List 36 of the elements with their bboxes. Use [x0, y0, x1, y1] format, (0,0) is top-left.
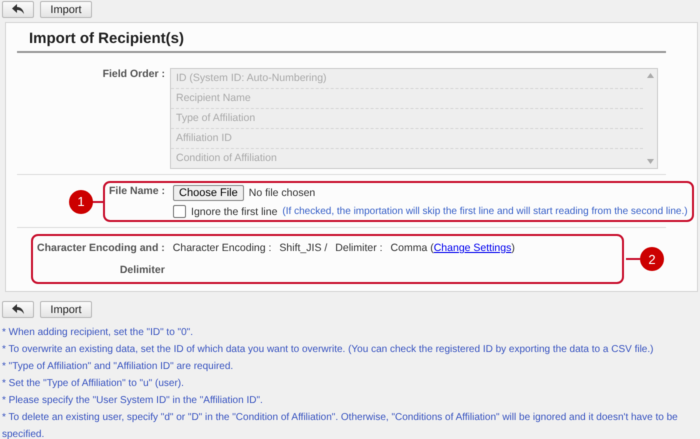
note-text: * When adding recipient, set the "ID" to "0".	[2, 326, 194, 340]
checkbox-label[interactable]: Ignore the first line	[191, 206, 278, 218]
back-button[interactable]	[2, 1, 34, 18]
list-item[interactable]: Affiliation ID	[171, 129, 643, 149]
file-status: No file chosen	[248, 187, 316, 199]
list-item[interactable]: ID (System ID: Auto-Numbering)	[171, 69, 643, 89]
back-button[interactable]	[2, 301, 34, 318]
note-text: * Please specify the "User System ID" in the "Affiliation ID".	[2, 394, 264, 408]
note-text: * To delete an existing user, specify "d" or "D" in the "Condition of Affiliation". Otherwise, "Conditions of Affiliation" will be ignored and it doesn't have to be specified.	[2, 411, 679, 439]
import-button[interactable]: Import	[40, 301, 92, 318]
panel-title: Import of Recipient(s)	[17, 27, 666, 53]
list-item[interactable]: Type of Affiliation	[171, 109, 643, 129]
note-text: * Set the "Type of Affiliation" to "u" (user).	[2, 377, 185, 391]
back-arrow-icon	[12, 4, 24, 15]
field-label: Character Encoding and :	[37, 241, 165, 256]
back-arrow-icon	[12, 304, 24, 315]
field-order-list[interactable]: ID (System ID: Auto-Numbering) Recipient Name Type of Affiliation Affiliation ID Condition of Affiliation	[170, 68, 658, 169]
field-label: Delimiter :	[335, 241, 383, 256]
hint-text: (If checked, the importation will skip the first line and will start reading from the second line.)	[282, 206, 688, 217]
change-settings-link[interactable]: Change Settings	[434, 242, 512, 254]
field-value: Comma (Change Settings)	[390, 241, 515, 256]
field-label: Delimiter	[118, 263, 165, 278]
callout-badge: 1	[69, 190, 93, 214]
choose-file-button[interactable]: Choose File	[173, 185, 244, 201]
callout-badge: 2	[640, 247, 664, 271]
field-label: Character Encoding :	[172, 241, 272, 256]
note-text: * "Type of Affiliation" and "Affiliation ID" are required.	[2, 360, 234, 374]
list-item[interactable]: Condition of Affiliation	[171, 149, 643, 168]
field-label: Field Order :	[102, 68, 166, 82]
field-label: File Name :	[109, 185, 166, 199]
checkbox[interactable]	[173, 205, 186, 218]
note-text: * To overwrite an existing data, set the ID of which data you want to overwrite. (You can check the registered ID by exporting the data to a CSV file.)	[2, 343, 654, 357]
leader-line	[626, 258, 640, 260]
list-item[interactable]: Recipient Name	[171, 89, 643, 109]
import-button[interactable]: Import	[40, 1, 92, 18]
field-value: Shift_JIS /	[279, 241, 328, 256]
